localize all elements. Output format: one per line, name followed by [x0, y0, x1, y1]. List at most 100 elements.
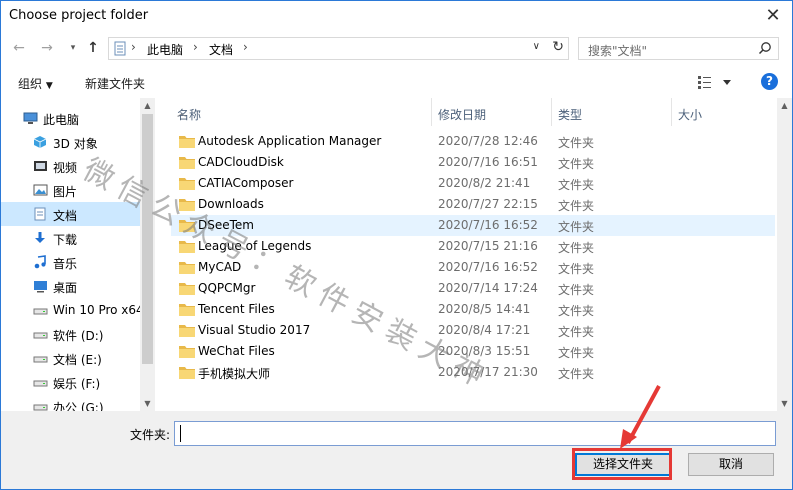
search-input[interactable]: 搜索"文档": [578, 37, 779, 60]
file-name: Visual Studio 2017: [198, 323, 311, 337]
download-icon: [35, 232, 45, 243]
pictures-icon: [33, 184, 48, 196]
sidebar-item-label: 此电脑: [43, 113, 80, 127]
sidebar-item-label: 音乐: [53, 257, 78, 271]
file-type: 文件夹: [558, 346, 595, 360]
sidebar-item[interactable]: 办公 (G:): [1, 394, 140, 411]
file-row[interactable]: CADCloudDisk 2020/7/16 16:51 文件夹: [171, 152, 775, 173]
window-title: Choose project folder: [9, 8, 149, 23]
breadcrumb-chevron-icon[interactable]: ›: [131, 40, 136, 54]
column-header-name[interactable]: 名称 ︿: [171, 98, 431, 126]
sidebar-item[interactable]: 3D 对象: [1, 130, 140, 154]
new-folder-button[interactable]: 新建文件夹: [85, 75, 145, 92]
close-icon[interactable]: ✕: [762, 5, 784, 27]
video-icon: [34, 161, 47, 171]
recent-locations-chevron-icon[interactable]: ▾: [63, 38, 83, 58]
folder-name-input[interactable]: [174, 421, 776, 446]
file-name: Downloads: [198, 197, 264, 211]
sidebar-item[interactable]: 下载: [1, 226, 140, 250]
file-row[interactable]: Tencent Files 2020/8/5 14:41 文件夹: [171, 299, 775, 320]
navigation-pane: 此电脑 3D 对象视频图片文档 下载音乐桌面 Win 10 Pro x64 软件 (D:…: [1, 98, 156, 411]
file-row[interactable]: Autodesk Application Manager 2020/7/28 12…: [171, 131, 775, 152]
file-row[interactable]: MyCAD 2020/7/16 16:52 文件夹: [171, 257, 775, 278]
file-type: 文件夹: [558, 199, 595, 213]
search-icon[interactable]: [758, 41, 772, 55]
file-row[interactable]: QQPCMgr 2020/7/14 17:24 文件夹: [171, 278, 775, 299]
back-arrow-icon[interactable]: ←: [9, 38, 29, 58]
folder-icon: [179, 220, 195, 232]
breadcrumb-documents[interactable]: 文档: [209, 41, 233, 58]
sidebar-item-label: 视频: [53, 161, 78, 175]
address-dropdown-icon[interactable]: ∨: [533, 41, 540, 52]
address-bar[interactable]: › 此电脑 › 文档 › ∨ ↻: [108, 37, 569, 60]
file-type: 文件夹: [558, 304, 595, 318]
file-modified-date: 2020/7/16 16:51: [438, 155, 538, 169]
breadcrumb-chevron-icon[interactable]: ›: [243, 40, 248, 54]
sidebar-item[interactable]: 图片: [1, 178, 140, 202]
sidebar-item[interactable]: 文档: [1, 202, 140, 226]
sidebar-item[interactable]: 娱乐 (F:): [1, 370, 140, 394]
file-row[interactable]: CATIAComposer 2020/8/2 21:41 文件夹: [171, 173, 775, 194]
sidebar-item[interactable]: 此电脑: [1, 106, 140, 130]
file-dialog-window: Choose project folder ✕ ← → ▾ ↑ › 此电脑 › …: [0, 0, 793, 490]
sidebar-item[interactable]: 视频: [1, 154, 140, 178]
file-modified-date: 2020/7/14 17:24: [438, 281, 538, 295]
file-modified-date: 2020/8/4 17:21: [438, 323, 531, 337]
command-bar: 组织 ▼ 新建文件夹 ?: [1, 67, 792, 97]
breadcrumb-this-pc[interactable]: 此电脑: [147, 41, 183, 58]
folder-icon: [179, 367, 195, 379]
scrollbar-thumb[interactable]: [142, 114, 153, 364]
file-modified-date: 2020/7/16 16:52: [438, 218, 538, 232]
cancel-button[interactable]: 取消: [688, 453, 774, 476]
drive-icon: [33, 308, 48, 315]
column-header-date[interactable]: 修改日期: [432, 98, 551, 126]
up-arrow-icon[interactable]: ↑: [83, 38, 103, 58]
file-type: 文件夹: [558, 157, 595, 171]
sidebar-item[interactable]: 软件 (D:): [1, 322, 140, 346]
drive-icon: [33, 380, 48, 387]
file-type: 文件夹: [558, 262, 595, 276]
file-modified-date: 2020/7/17 21:30: [438, 365, 538, 379]
column-type-label: 类型: [558, 108, 583, 122]
breadcrumb-chevron-icon[interactable]: ›: [193, 40, 198, 54]
scroll-up-icon[interactable]: ▲: [777, 98, 792, 113]
file-type: 文件夹: [558, 367, 595, 381]
sidebar-item-label: 软件 (D:): [53, 329, 104, 343]
refresh-icon[interactable]: ↻: [552, 39, 564, 55]
scroll-down-icon[interactable]: ▼: [777, 396, 792, 411]
folder-icon: [179, 283, 195, 295]
scroll-up-icon[interactable]: ▲: [140, 98, 155, 113]
file-modified-date: 2020/7/15 21:16: [438, 239, 538, 253]
scroll-down-icon[interactable]: ▼: [140, 396, 155, 411]
file-modified-date: 2020/7/28 12:46: [438, 134, 538, 148]
documents-location-icon: [114, 41, 126, 56]
file-row[interactable]: DSeeTem 2020/7/16 16:52 文件夹: [171, 215, 775, 236]
column-header-type[interactable]: 类型: [552, 98, 671, 126]
desktop-icon: [34, 281, 47, 293]
column-header-size[interactable]: 大小: [672, 98, 772, 126]
sidebar-item[interactable]: 桌面: [1, 274, 140, 298]
organize-menu[interactable]: 组织 ▼: [18, 75, 53, 92]
organize-label: 组织: [18, 77, 43, 91]
file-modified-date: 2020/8/3 15:51: [438, 344, 531, 358]
help-icon[interactable]: ?: [761, 73, 778, 90]
sidebar-item[interactable]: 音乐: [1, 250, 140, 274]
navigation-scrollbar[interactable]: ▲ ▼: [140, 98, 155, 411]
file-row[interactable]: WeChat Files 2020/8/3 15:51 文件夹: [171, 341, 775, 362]
3d-objects-icon: [33, 136, 47, 148]
file-row[interactable]: Visual Studio 2017 2020/8/4 17:21 文件夹: [171, 320, 775, 341]
file-row[interactable]: League of Legends 2020/7/15 21:16 文件夹: [171, 236, 775, 257]
sidebar-item[interactable]: 文档 (E:): [1, 346, 140, 370]
file-row[interactable]: Downloads 2020/7/27 22:15 文件夹: [171, 194, 775, 215]
dialog-footer: 文件夹: 选择文件夹 取消: [1, 411, 792, 489]
sidebar-item[interactable]: Win 10 Pro x64: [1, 298, 144, 322]
file-list-scrollbar[interactable]: ▲ ▼: [777, 98, 792, 411]
file-type: 文件夹: [558, 220, 595, 234]
file-row[interactable]: 手机模拟大师 2020/7/17 21:30 文件夹: [171, 362, 775, 383]
sidebar-item-label: 图片: [53, 185, 78, 199]
file-list: 名称 ︿ 修改日期 类型 大小 Autodesk Application Man…: [157, 98, 792, 411]
sidebar-item-label: 文档 (E:): [53, 353, 102, 367]
forward-arrow-icon[interactable]: →: [37, 38, 57, 58]
file-type: 文件夹: [558, 178, 595, 192]
view-options-icon[interactable]: [697, 74, 737, 90]
